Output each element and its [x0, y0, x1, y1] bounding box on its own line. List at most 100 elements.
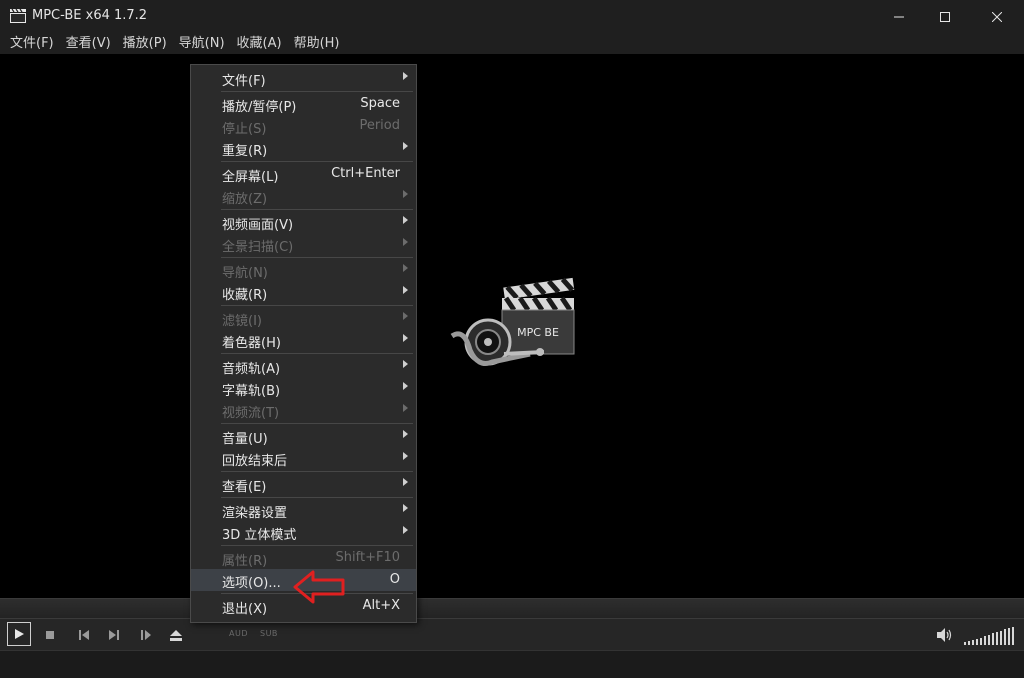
- menu-item: 全景扫描(C): [191, 233, 416, 255]
- play-icon: [15, 629, 24, 639]
- menubar-favorites[interactable]: 收藏(A): [231, 33, 288, 54]
- submenu-arrow-icon: [403, 190, 408, 198]
- menu-item[interactable]: 音量(U): [191, 425, 416, 447]
- audio-tag: AUD: [229, 629, 248, 638]
- menu-item-label: 收藏(R): [222, 288, 268, 303]
- menubar-navigate[interactable]: 导航(N): [173, 33, 231, 54]
- submenu-arrow-icon: [403, 334, 408, 342]
- menu-item-label: 文件(F): [222, 74, 266, 89]
- menu-separator: [221, 497, 413, 498]
- menu-item-label: 缩放(Z): [222, 192, 268, 207]
- menu-item-label: 退出(X): [222, 602, 268, 617]
- mpc-be-app-icon: [10, 9, 26, 23]
- menu-separator: [221, 305, 413, 306]
- close-icon: [992, 11, 1002, 22]
- menu-item[interactable]: 全屏幕(L) Ctrl+Enter: [191, 163, 416, 185]
- menu-item-label: 播放/暂停(P): [222, 100, 297, 115]
- submenu-arrow-icon: [403, 72, 408, 80]
- menu-item-label: 3D 立体模式: [222, 528, 297, 543]
- submenu-arrow-icon: [403, 216, 408, 224]
- video-area[interactable]: MPC BE: [0, 54, 1024, 598]
- menu-separator: [221, 471, 413, 472]
- next-button[interactable]: [104, 625, 124, 645]
- minimize-icon: [894, 16, 904, 17]
- stop-button[interactable]: [40, 625, 60, 645]
- menu-item[interactable]: 字幕轨(B): [191, 377, 416, 399]
- menu-item-label: 导航(N): [222, 266, 268, 281]
- menubar-view[interactable]: 查看(V): [60, 33, 117, 54]
- menu-item: 停止(S) Period: [191, 115, 416, 137]
- menu-item[interactable]: 3D 立体模式: [191, 521, 416, 543]
- submenu-arrow-icon: [403, 504, 408, 512]
- mpc-be-logo: MPC BE: [450, 277, 575, 366]
- menu-item[interactable]: 播放/暂停(P) Space: [191, 93, 416, 115]
- menu-separator: [221, 91, 413, 92]
- menu-item-label: 滤镜(I): [222, 314, 262, 329]
- menu-item-label: 音频轨(A): [222, 362, 281, 377]
- menubar-play[interactable]: 播放(P): [117, 33, 173, 54]
- submenu-arrow-icon: [403, 404, 408, 412]
- menu-item-label: 回放结束后: [222, 454, 288, 469]
- submenu-arrow-icon: [403, 360, 408, 368]
- minimize-button[interactable]: [874, 0, 924, 33]
- menu-item-label: 查看(E): [222, 480, 267, 495]
- menu-item-label: 全屏幕(L): [222, 170, 279, 185]
- menu-item[interactable]: 重复(R): [191, 137, 416, 159]
- menu-item-label: 渲染器设置: [222, 506, 288, 521]
- menu-item[interactable]: 视频画面(V): [191, 211, 416, 233]
- menu-item-shortcut: Shift+F10: [335, 550, 400, 565]
- context-menu: 文件(F) 播放/暂停(P) Space 停止(S) Period 重复(R) 全屏幕(L)…: [190, 64, 417, 623]
- submenu-arrow-icon: [403, 382, 408, 390]
- menu-item-label: 视频流(T): [222, 406, 280, 421]
- playback-controls: AUD SUB: [0, 618, 1024, 650]
- menu-item-label: 着色器(H): [222, 336, 281, 351]
- menu-item-label: 音量(U): [222, 432, 268, 447]
- menu-separator: [221, 209, 413, 210]
- skip-forward-icon: [109, 630, 119, 640]
- title-bar: MPC-BE x64 1.7.2: [0, 0, 1024, 33]
- menu-item-label: 停止(S): [222, 122, 267, 137]
- menu-item-label: 视频画面(V): [222, 218, 294, 233]
- status-bar: [0, 650, 1024, 678]
- close-button[interactable]: [972, 0, 1022, 33]
- submenu-arrow-icon: [403, 142, 408, 150]
- menu-separator: [221, 161, 413, 162]
- eject-button[interactable]: [166, 625, 186, 645]
- submenu-arrow-icon: [403, 452, 408, 460]
- menu-item[interactable]: 文件(F): [191, 67, 416, 89]
- menu-item-shortcut: Alt+X: [362, 598, 400, 613]
- mute-button[interactable]: [934, 625, 954, 645]
- frame-step-icon: [141, 630, 151, 640]
- menu-item: 导航(N): [191, 259, 416, 281]
- menu-separator: [221, 545, 413, 546]
- menu-item[interactable]: 音频轨(A): [191, 355, 416, 377]
- logo-text: MPC BE: [517, 326, 559, 339]
- maximize-icon: [940, 11, 950, 22]
- menu-item-label: 属性(R): [222, 554, 268, 569]
- menu-item[interactable]: 查看(E): [191, 473, 416, 495]
- submenu-arrow-icon: [403, 526, 408, 534]
- menubar-file[interactable]: 文件(F): [4, 33, 60, 54]
- maximize-button[interactable]: [920, 0, 970, 33]
- menu-item[interactable]: 回放结束后: [191, 447, 416, 469]
- submenu-arrow-icon: [403, 238, 408, 246]
- menu-item-shortcut: O: [389, 572, 400, 587]
- menu-item: 缩放(Z): [191, 185, 416, 207]
- menu-item-shortcut: Period: [359, 118, 400, 133]
- menu-separator: [221, 257, 413, 258]
- volume-slider[interactable]: [964, 627, 1014, 645]
- menu-item[interactable]: 渲染器设置: [191, 499, 416, 521]
- frame-step-button[interactable]: [136, 625, 156, 645]
- previous-button[interactable]: [74, 625, 94, 645]
- menu-item: 视频流(T): [191, 399, 416, 421]
- window-title: MPC-BE x64 1.7.2: [32, 8, 148, 23]
- seek-bar[interactable]: [0, 598, 1024, 618]
- menu-item[interactable]: 收藏(R): [191, 281, 416, 303]
- menu-item[interactable]: 着色器(H): [191, 329, 416, 351]
- menu-bar: 文件(F) 查看(V) 播放(P) 导航(N) 收藏(A) 帮助(H): [0, 33, 1024, 54]
- menubar-help[interactable]: 帮助(H): [288, 33, 346, 54]
- play-button[interactable]: [7, 622, 31, 646]
- menu-item-label: 重复(R): [222, 144, 268, 159]
- speaker-icon: [937, 628, 952, 642]
- menu-item-label: 选项(O)...: [222, 576, 281, 591]
